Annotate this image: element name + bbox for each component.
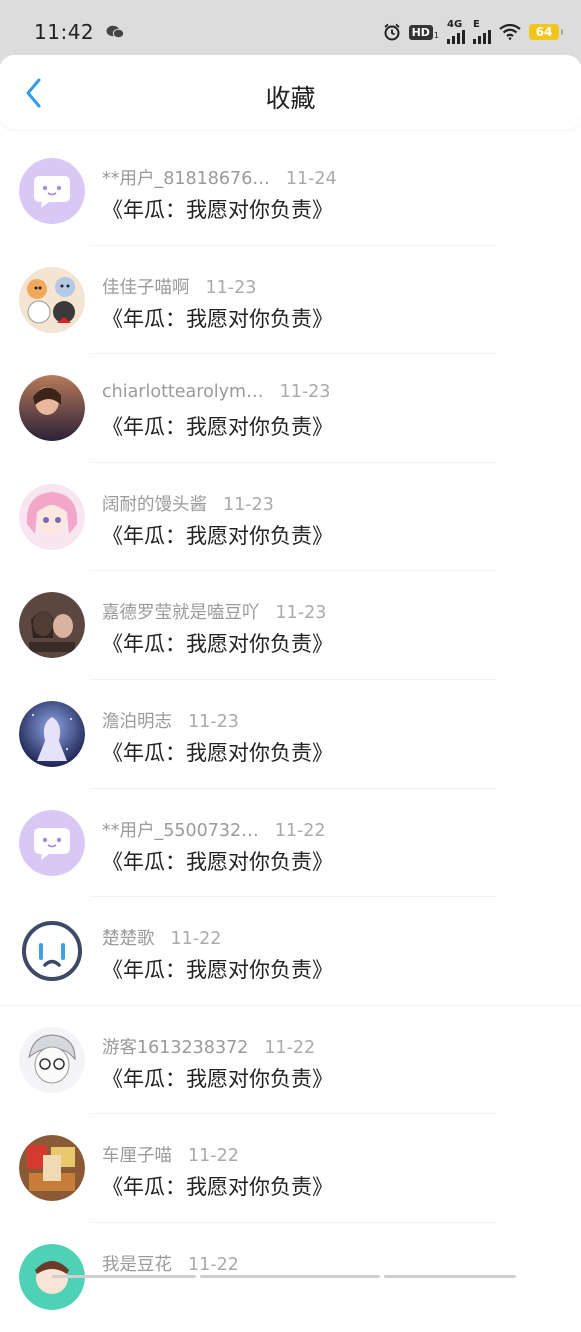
item-meta: **用户_5500732… 11-22 xyxy=(102,817,326,842)
photo-avatar-icon xyxy=(19,592,85,658)
wifi-icon xyxy=(499,24,521,40)
signal-bars-icon xyxy=(473,30,491,44)
item-meta: 澹泊明志 11-23 xyxy=(102,708,239,733)
avatar[interactable] xyxy=(19,1027,85,1093)
user-name[interactable]: 嘉德罗莹就是嗑豆吖 xyxy=(102,599,260,624)
avatar[interactable] xyxy=(19,484,85,550)
item-meta: **用户_81818676… 11-24 xyxy=(102,165,337,190)
list-item[interactable]: 澹泊明志 11-23 《年瓜：我愿对你负责》 xyxy=(0,680,581,789)
crying-face-avatar-icon xyxy=(19,918,85,984)
item-date: 11-23 xyxy=(206,278,257,298)
list-item[interactable]: 楚楚歌 11-22 《年瓜：我愿对你负责》 xyxy=(0,897,581,1006)
hd-indicator: HD 1 xyxy=(409,25,439,40)
item-meta: 阔耐的馒头酱 11-23 xyxy=(102,491,274,516)
list-item[interactable]: **用户_81818676… 11-24 《年瓜：我愿对你负责》 xyxy=(0,137,581,246)
user-name[interactable]: 阔耐的馒头酱 xyxy=(102,491,207,516)
item-title: 《年瓜：我愿对你负责》 xyxy=(102,1063,333,1093)
sketch-avatar-icon xyxy=(19,1027,85,1093)
avatar[interactable] xyxy=(19,375,85,441)
favorites-list: **用户_81818676… 11-24 《年瓜：我愿对你负责》 佳佳子喵啊 1… xyxy=(0,137,581,1332)
avatar[interactable] xyxy=(19,267,85,333)
item-date: 11-22 xyxy=(188,1255,239,1275)
list-item[interactable]: 佳佳子喵啊 11-23 《年瓜：我愿对你负责》 xyxy=(0,246,581,355)
item-title: 《年瓜：我愿对你负责》 xyxy=(102,520,333,550)
battery-icon: 64 xyxy=(529,24,559,40)
page-title: 收藏 xyxy=(0,79,581,115)
hd-badge: HD xyxy=(409,25,433,40)
avatar[interactable] xyxy=(19,158,85,224)
user-name[interactable]: 楚楚歌 xyxy=(102,925,155,950)
list-item[interactable]: 车厘子喵 11-22 《年瓜：我愿对你负责》 xyxy=(0,1114,581,1223)
status-time: 11:42 xyxy=(34,20,94,44)
item-date: 11-23 xyxy=(280,382,331,402)
avatar[interactable] xyxy=(19,918,85,984)
user-name[interactable]: 车厘子喵 xyxy=(102,1142,172,1167)
avatar[interactable] xyxy=(19,810,85,876)
item-title: 《年瓜：我愿对你负责》 xyxy=(102,954,333,984)
home-indicator-segment xyxy=(52,1275,196,1278)
item-date: 11-23 xyxy=(188,712,239,732)
wechat-icon xyxy=(106,25,124,39)
item-date: 11-22 xyxy=(264,1038,315,1058)
item-date: 11-22 xyxy=(275,821,326,841)
list-item[interactable]: 阔耐的馒头酱 11-23 《年瓜：我愿对你负责》 xyxy=(0,463,581,572)
item-date: 11-23 xyxy=(223,495,274,515)
item-title: 《年瓜：我愿对你负责》 xyxy=(102,846,333,876)
status-icons: HD 1 4G E 64 xyxy=(383,20,559,44)
avatar[interactable] xyxy=(19,1135,85,1201)
avatar[interactable] xyxy=(19,701,85,767)
anime-pink-avatar-icon xyxy=(19,484,85,550)
item-title: 《年瓜：我愿对你负责》 xyxy=(102,1171,333,1201)
item-meta: 楚楚歌 11-22 xyxy=(102,925,221,950)
item-date: 11-24 xyxy=(286,169,337,189)
list-item[interactable]: **用户_5500732… 11-22 《年瓜：我愿对你负责》 xyxy=(0,789,581,898)
default-chat-avatar-icon xyxy=(19,810,85,876)
list-item[interactable]: chiarlottearolym… 11-23 《年瓜：我愿对你负责》 xyxy=(0,354,581,463)
user-name[interactable]: chiarlottearolym… xyxy=(102,382,264,402)
user-name[interactable]: **用户_5500732… xyxy=(102,817,259,842)
user-name[interactable]: 澹泊明志 xyxy=(102,708,172,733)
item-date: 11-22 xyxy=(171,929,222,949)
cartoon-cats-avatar-icon xyxy=(19,267,85,333)
nav-bar: 收藏 xyxy=(0,55,581,129)
alarm-icon xyxy=(383,23,401,41)
user-name[interactable]: **用户_81818676… xyxy=(102,165,270,190)
list-item[interactable]: 游客1613238372 11-22 《年瓜：我愿对你负责》 xyxy=(0,1006,581,1115)
photo-avatar-icon xyxy=(19,375,85,441)
home-indicator-segment xyxy=(384,1275,516,1278)
user-name[interactable]: 佳佳子喵啊 xyxy=(102,274,190,299)
network-type-label: 4G xyxy=(447,20,462,30)
avatar[interactable] xyxy=(19,592,85,658)
item-title: 《年瓜：我愿对你负责》 xyxy=(102,411,333,441)
list-item[interactable]: 嘉德罗莹就是嗑豆吖 11-23 《年瓜：我愿对你负责》 xyxy=(0,571,581,680)
item-title: 《年瓜：我愿对你负责》 xyxy=(102,628,333,658)
item-date: 11-23 xyxy=(276,603,327,623)
item-meta: 我是豆花 11-22 xyxy=(102,1251,239,1276)
item-meta: chiarlottearolym… 11-23 xyxy=(102,382,330,402)
item-meta: 佳佳子喵啊 11-23 xyxy=(102,274,256,299)
photo-avatar-icon xyxy=(19,1135,85,1201)
default-chat-avatar-icon xyxy=(19,158,85,224)
item-date: 11-22 xyxy=(188,1146,239,1166)
signal-1: 4G xyxy=(447,20,465,44)
user-name[interactable]: 游客1613238372 xyxy=(102,1034,248,1059)
network-type-label: E xyxy=(473,20,480,30)
signal-bars-icon xyxy=(447,30,465,44)
user-name[interactable]: 我是豆花 xyxy=(102,1251,172,1276)
anime-night-avatar-icon xyxy=(19,701,85,767)
home-indicator-segment xyxy=(200,1275,380,1278)
item-meta: 嘉德罗莹就是嗑豆吖 11-23 xyxy=(102,599,326,624)
item-title: 《年瓜：我愿对你负责》 xyxy=(102,303,333,333)
item-meta: 游客1613238372 11-22 xyxy=(102,1034,315,1059)
signal-2: E xyxy=(473,20,491,44)
item-title: 《年瓜：我愿对你负责》 xyxy=(102,194,333,224)
item-title: 《年瓜：我愿对你负责》 xyxy=(102,737,333,767)
item-meta: 车厘子喵 11-22 xyxy=(102,1142,239,1167)
hd-sub: 1 xyxy=(434,31,439,40)
